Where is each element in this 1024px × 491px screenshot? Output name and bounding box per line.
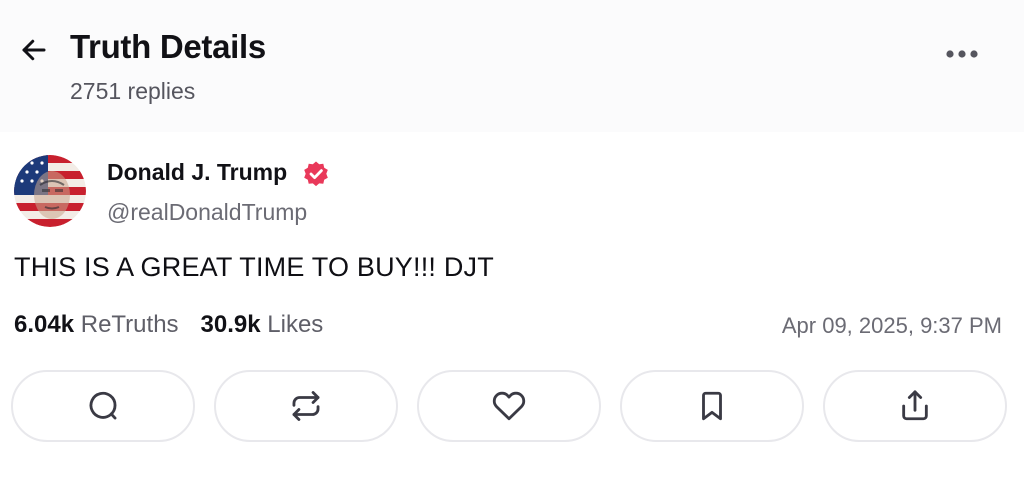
retruths-label: ReTruths [80, 311, 179, 338]
comment-icon [89, 391, 117, 420]
more-options-button[interactable] [940, 36, 984, 72]
heart-icon [492, 391, 526, 421]
retruths-stat[interactable]: 6.04k ReTruths [14, 311, 179, 339]
retruths-count: 6.04k [14, 311, 75, 338]
likes-count: 30.9k [200, 311, 261, 338]
page-title: Truth Details [70, 28, 266, 65]
avatar[interactable] [14, 155, 86, 227]
arrow-left-icon [22, 39, 46, 61]
verified-badge-icon [304, 161, 328, 187]
share-icon [902, 390, 928, 421]
retruth-button[interactable] [214, 370, 398, 442]
author-name[interactable]: Donald J. Trump [107, 159, 287, 186]
ellipsis-icon [946, 50, 978, 58]
post-text: THIS IS A GREAT TIME TO BUY!!! DJT [14, 252, 494, 282]
bookmark-button[interactable] [620, 370, 804, 442]
back-button[interactable] [14, 30, 54, 70]
repost-icon [292, 391, 320, 421]
share-button[interactable] [823, 370, 1007, 442]
reply-count: 2751 replies [70, 78, 196, 104]
author-handle[interactable]: @realDonaldTrump [107, 199, 307, 226]
like-button[interactable] [417, 370, 601, 442]
reply-button[interactable] [11, 370, 195, 442]
action-bar [11, 370, 1007, 446]
post-timestamp: Apr 09, 2025, 9:37 PM [781, 313, 1002, 338]
likes-label: Likes [267, 311, 324, 338]
bookmark-icon [702, 391, 722, 421]
avatar-image [14, 155, 86, 227]
post-stats: 6.04k ReTruths 30.9k Likes [14, 311, 323, 339]
likes-stat[interactable]: 30.9k Likes [201, 311, 324, 339]
page-header: Truth Details 2751 replies [0, 0, 1024, 132]
